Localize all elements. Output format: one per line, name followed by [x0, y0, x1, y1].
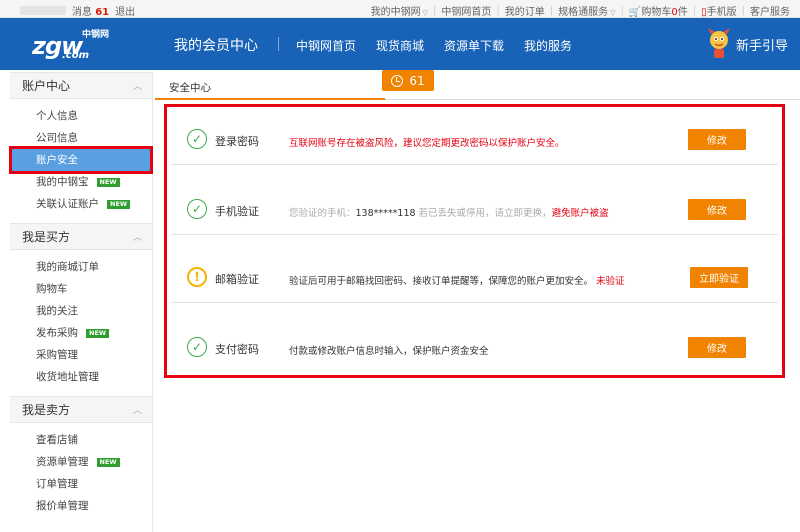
unverified-status: 未验证 — [593, 276, 625, 287]
security-center-header: 安全中心 — [155, 72, 800, 100]
sidebar: 账户中心 ︿ 个人信息 公司信息 账户安全 我的中钢宝 NEW 关联认证账户 NEW … — [9, 72, 153, 532]
messages-count: 61 — [95, 7, 110, 18]
sidebar-item-company-info[interactable]: 公司信息 — [10, 127, 152, 149]
header-divider — [278, 37, 279, 51]
row-description: 验证后可用于邮箱找回密码、接收订单提醒等，保障您的账户更加安全。 未验证 — [289, 276, 625, 287]
my-orders-link[interactable]: 我的订单 — [505, 3, 545, 18]
modify-phone-button[interactable]: 修改 — [688, 199, 746, 220]
sidebar-item-cart[interactable]: 购物车 — [10, 278, 152, 300]
clock-icon — [391, 74, 404, 87]
modify-login-password-button[interactable]: 修改 — [688, 129, 746, 150]
row-description: 互联网账号存在被盗风险，建议您定期更改密码以保护账户安全。 — [289, 138, 565, 149]
security-settings-panel: ✓ 登录密码 互联网账号存在被盗风险，建议您定期更改密码以保护账户安全。 修改 … — [164, 104, 785, 378]
check-circle-icon: ✓ — [187, 129, 207, 149]
security-row-login-password: ✓ 登录密码 互联网账号存在被盗风险，建议您定期更改密码以保护账户安全。 修改 — [171, 107, 778, 165]
security-row-payment-password: ✓ 支付密码 付款或修改账户信息时输入，保护账户资金安全 修改 — [171, 315, 778, 373]
warning-circle-icon: ! — [187, 267, 207, 287]
countdown-timer: 61 — [382, 70, 434, 91]
header: zgw 中钢网 .com 我的会员中心 中钢网首页 现货商城 资源单下载 我的服… — [0, 18, 800, 70]
spec-service-link[interactable]: 规格通服务 ▽ — [558, 3, 615, 18]
row-name: 邮箱验证 — [215, 273, 259, 286]
sidebar-item-my-follows[interactable]: 我的关注 — [10, 300, 152, 322]
chevron-down-icon: ▽ — [610, 9, 616, 17]
chevron-down-icon: ▽ — [422, 9, 429, 17]
nav-my-services[interactable]: 我的服务 — [524, 37, 572, 54]
username-blurred[interactable] — [20, 6, 66, 15]
sidebar-item-purchase-management[interactable]: 采购管理 — [10, 344, 152, 366]
my-zgw-link[interactable]: 我的中钢网 ▽ — [371, 3, 428, 18]
modify-payment-password-button[interactable]: 修改 — [688, 337, 746, 358]
zgw-home-link[interactable]: 中钢网首页 — [441, 3, 491, 18]
sidebar-item-resource-management[interactable]: 资源单管理 NEW — [10, 451, 152, 473]
mobile-link[interactable]: ▯手机版 — [701, 3, 737, 18]
row-description: 您验证的手机：138*****118 若已丢失或停用，请立即更换，避免账户被盗 — [289, 208, 609, 219]
nav-spot-mall[interactable]: 现货商城 — [376, 37, 424, 54]
chevron-up-icon[interactable]: ︿ — [133, 403, 142, 416]
sidebar-item-mall-orders[interactable]: 我的商城订单 — [10, 256, 152, 278]
row-name: 支付密码 — [215, 343, 259, 356]
customer-service-link[interactable]: 客户服务 — [750, 3, 790, 18]
sidebar-item-quote-management[interactable]: 报价单管理 — [10, 495, 152, 517]
sidebar-item-order-management[interactable]: 订单管理 — [10, 473, 152, 495]
sidebar-section-account[interactable]: 账户中心 ︿ — [10, 72, 152, 99]
header-nav: 中钢网首页 现货商城 资源单下载 我的服务 — [296, 37, 572, 54]
logout-link[interactable]: 退出 — [115, 3, 135, 18]
sidebar-section-buyer[interactable]: 我是买方 ︿ — [10, 223, 152, 250]
newbie-guide-button[interactable]: 新手引导 — [706, 28, 788, 60]
page-title: 安全中心 — [169, 82, 211, 94]
sidebar-item-publish-purchase[interactable]: 发布采购 NEW — [10, 322, 152, 344]
nav-zgw-home[interactable]: 中钢网首页 — [296, 37, 356, 54]
chevron-up-icon[interactable]: ︿ — [133, 230, 142, 243]
check-circle-icon: ✓ — [187, 337, 207, 357]
verify-email-button[interactable]: 立即验证 — [690, 267, 748, 288]
sidebar-item-address-management[interactable]: 收货地址管理 — [10, 366, 152, 388]
new-badge: NEW — [107, 199, 131, 209]
new-badge: NEW — [96, 177, 120, 187]
cart-icon: 🛒 — [628, 7, 642, 18]
nav-resource-download[interactable]: 资源单下载 — [444, 37, 504, 54]
chevron-up-icon[interactable]: ︿ — [133, 79, 142, 92]
new-badge: NEW — [86, 328, 110, 338]
sidebar-item-my-zgb[interactable]: 我的中钢宝 NEW — [10, 171, 152, 193]
cart-link[interactable]: 🛒购物车0件 — [629, 3, 688, 18]
mascot-icon — [707, 28, 730, 58]
security-row-phone-verification: ✓ 手机验证 您验证的手机：138*****118 若已丢失或停用，请立即更换，… — [171, 177, 778, 235]
zgw-logo[interactable]: zgw 中钢网 .com — [32, 24, 114, 64]
row-name: 手机验证 — [215, 205, 259, 218]
sidebar-section-seller[interactable]: 我是卖方 ︿ — [10, 396, 152, 423]
sidebar-item-linked-accounts[interactable]: 关联认证账户 NEW — [10, 193, 152, 215]
sidebar-item-personal-info[interactable]: 个人信息 — [10, 105, 152, 127]
new-badge: NEW — [96, 457, 120, 467]
row-name: 登录密码 — [215, 135, 259, 148]
top-bar: 消息 61 退出 我的中钢网 ▽ | 中钢网首页 | 我的订单 | 规格通服务 ▽ … — [0, 0, 800, 18]
row-description: 付款或修改账户信息时输入，保护账户资金安全 — [289, 346, 489, 357]
messages-link[interactable]: 消息 61 — [72, 3, 109, 18]
security-row-email-verification: ! 邮箱验证 验证后可用于邮箱找回密码、接收订单提醒等，保障您的账户更加安全。 … — [171, 245, 778, 303]
check-circle-icon: ✓ — [187, 199, 207, 219]
member-center-title[interactable]: 我的会员中心 — [174, 35, 258, 55]
sidebar-item-view-shop[interactable]: 查看店铺 — [10, 429, 152, 451]
sidebar-item-account-security[interactable]: 账户安全 — [9, 146, 153, 174]
title-underline — [155, 98, 385, 100]
